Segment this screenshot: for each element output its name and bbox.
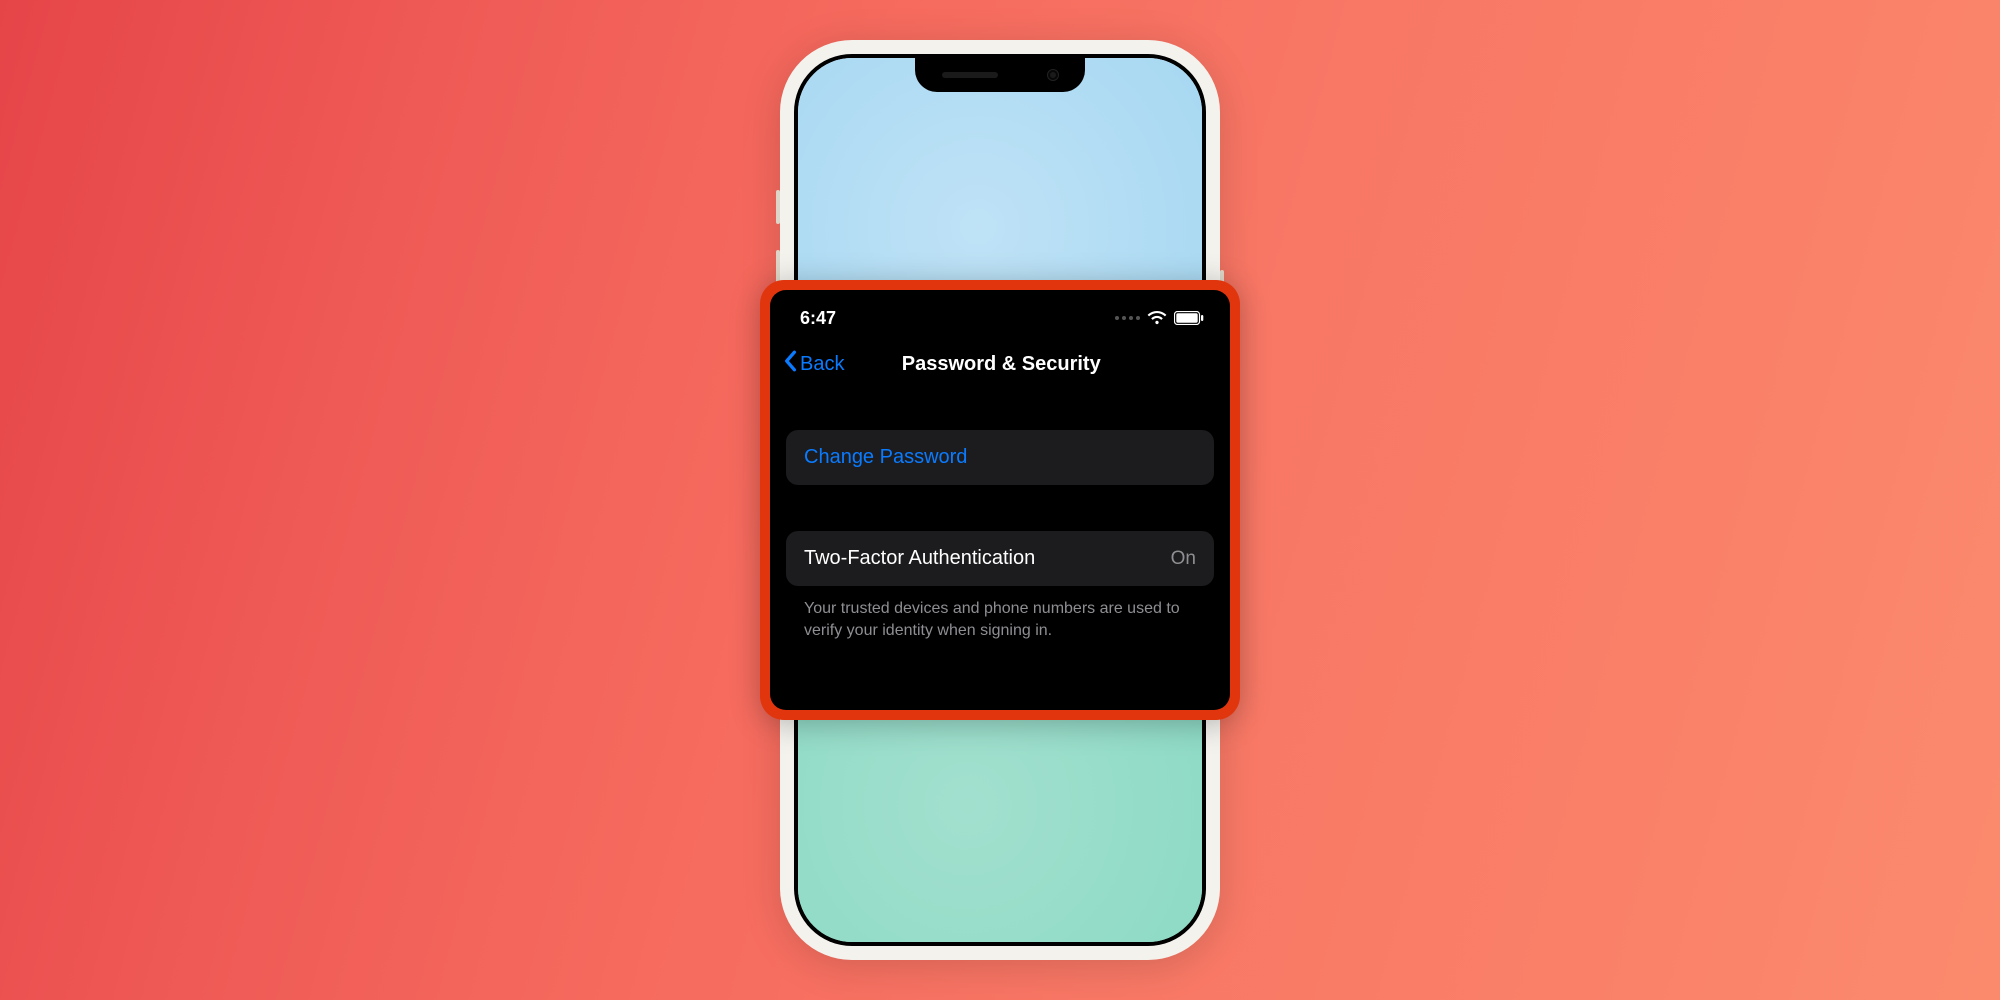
cellular-dots-icon <box>1115 316 1140 320</box>
page-title: Password & Security <box>784 353 1218 376</box>
status-bar: 6:47 <box>770 300 1230 330</box>
two-factor-footer: Your trusted devices and phone numbers a… <box>786 598 1214 641</box>
change-password-row[interactable]: Change Password <box>786 430 1214 485</box>
nav-bar: Back Password & Security <box>770 330 1230 386</box>
battery-icon <box>1174 311 1204 325</box>
settings-screen: 6:47 Back Password & Security <box>770 290 1230 710</box>
iphone-notch <box>915 58 1085 92</box>
change-password-label: Change Password <box>804 446 967 469</box>
screenshot-overlay: 6:47 Back Password & Security <box>760 280 1240 720</box>
two-factor-label: Two-Factor Authentication <box>804 547 1035 570</box>
status-time: 6:47 <box>800 308 836 329</box>
two-factor-value: On <box>1171 548 1196 570</box>
wifi-icon <box>1147 311 1167 325</box>
two-factor-row[interactable]: Two-Factor Authentication On <box>786 531 1214 586</box>
